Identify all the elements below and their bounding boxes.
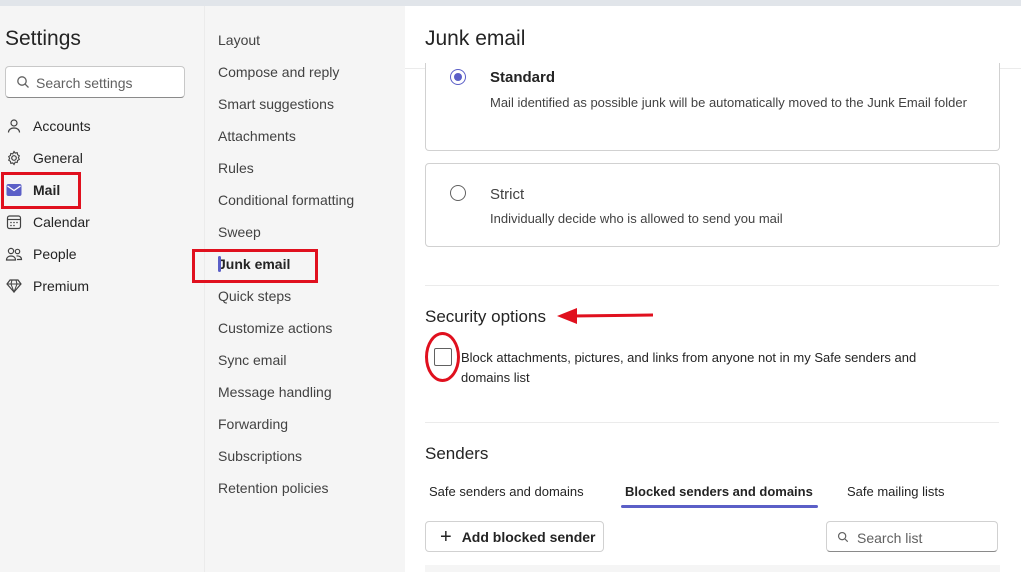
mail-settings-nav: Layout Compose and reply Smart suggestio… (204, 6, 405, 572)
nav-sweep[interactable]: Sweep (218, 220, 261, 244)
search-settings-input[interactable]: Search settings (5, 66, 185, 98)
block-attachments-label[interactable]: Block attachments, pictures, and links f… (461, 348, 961, 388)
search-icon (837, 531, 849, 543)
calendar-icon (5, 213, 23, 231)
nav-forwarding[interactable]: Forwarding (218, 412, 288, 436)
nav-sync-email[interactable]: Sync email (218, 348, 286, 372)
blocked-senders-list (425, 565, 1000, 572)
search-settings-placeholder: Search settings (36, 75, 133, 91)
mail-highlight-box (1, 172, 81, 209)
nav-premium[interactable]: Premium (5, 272, 195, 300)
nav-general-label: General (33, 150, 83, 166)
junk-email-panel: Junk email Standard Mail identified as p… (405, 6, 1021, 572)
tab-blocked-senders[interactable]: Blocked senders and domains (625, 484, 813, 499)
standard-description: Mail identified as possible junk will be… (490, 95, 967, 110)
nav-general[interactable]: General (5, 144, 195, 172)
diamond-icon (5, 277, 23, 295)
divider (425, 422, 999, 423)
standard-option-card[interactable]: Standard Mail identified as possible jun… (425, 63, 1000, 151)
nav-conditional-formatting[interactable]: Conditional formatting (218, 188, 354, 212)
nav-layout[interactable]: Layout (218, 28, 260, 52)
junk-email-highlight-box (192, 249, 318, 283)
active-tab-underline (621, 505, 818, 508)
page-title: Junk email (425, 27, 526, 50)
settings-sidebar: Settings Search settings Accounts Genera… (0, 6, 204, 572)
nav-calendar-label: Calendar (33, 214, 90, 230)
gear-icon (5, 149, 23, 167)
checkbox-highlight-ellipse (425, 332, 460, 382)
nav-accounts[interactable]: Accounts (5, 112, 195, 140)
nav-people[interactable]: People (5, 240, 195, 268)
nav-retention-policies[interactable]: Retention policies (218, 476, 329, 500)
nav-customize-actions[interactable]: Customize actions (218, 316, 332, 340)
nav-premium-label: Premium (33, 278, 90, 294)
add-blocked-sender-label: Add blocked sender (461, 528, 596, 545)
search-list-input[interactable]: Search list (826, 521, 998, 552)
settings-title: Settings (5, 27, 81, 50)
tab-safe-mailing-lists[interactable]: Safe mailing lists (847, 484, 945, 499)
strict-description: Individually decide who is allowed to se… (490, 211, 783, 226)
senders-heading: Senders (425, 444, 489, 463)
tab-safe-senders[interactable]: Safe senders and domains (429, 484, 584, 499)
nav-accounts-label: Accounts (33, 118, 91, 134)
nav-rules[interactable]: Rules (218, 156, 254, 180)
security-options-heading: Security options (425, 307, 546, 326)
add-blocked-sender-button[interactable]: + Add blocked sender (425, 521, 604, 552)
strict-option-card[interactable]: Strict Individually decide who is allowe… (425, 163, 1000, 247)
nav-subscriptions[interactable]: Subscriptions (218, 444, 302, 468)
plus-icon: + (440, 525, 452, 548)
search-icon (17, 76, 29, 88)
search-list-placeholder: Search list (857, 530, 923, 546)
nav-smart-suggestions[interactable]: Smart suggestions (218, 92, 334, 116)
strict-title: Strict (490, 186, 525, 203)
standard-radio[interactable] (450, 69, 466, 85)
nav-quick-steps[interactable]: Quick steps (218, 284, 291, 308)
nav-attachments[interactable]: Attachments (218, 124, 296, 148)
people-icon (5, 245, 23, 263)
red-arrow-icon (557, 308, 654, 324)
standard-title: Standard (490, 69, 556, 86)
person-icon (5, 117, 23, 135)
nav-people-label: People (33, 246, 77, 262)
divider (425, 285, 999, 286)
nav-message-handling[interactable]: Message handling (218, 380, 332, 404)
strict-radio[interactable] (450, 185, 466, 201)
nav-calendar[interactable]: Calendar (5, 208, 195, 236)
nav-compose-and-reply[interactable]: Compose and reply (218, 60, 339, 84)
